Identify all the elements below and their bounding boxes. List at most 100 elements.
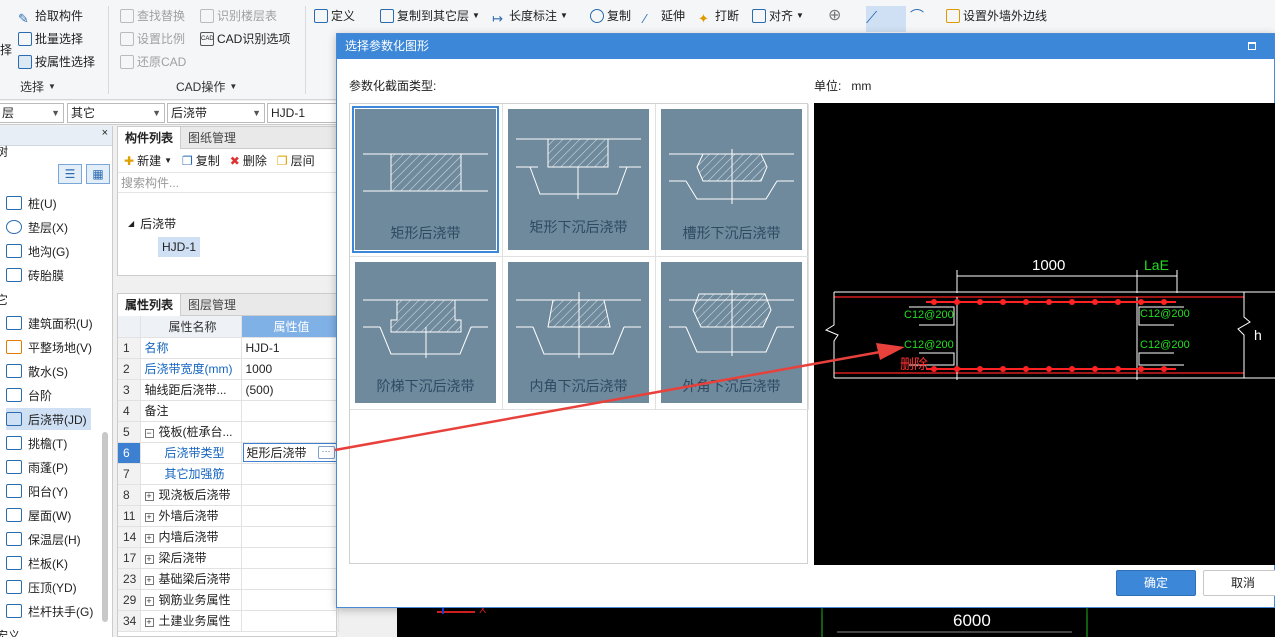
tree-scrollbar[interactable] — [102, 432, 108, 622]
tree-item[interactable]: 栏板(K) — [6, 552, 68, 574]
expand-icon[interactable]: + — [144, 618, 154, 627]
copy-button[interactable]: 复制 — [590, 6, 631, 26]
tab-property-list[interactable]: 属性列表 — [118, 294, 182, 316]
extend-button[interactable]: ⁄ 延伸 — [644, 6, 685, 26]
expand-icon[interactable]: + — [144, 513, 154, 522]
table-row[interactable]: 4 备注 — [118, 400, 339, 422]
tree-item[interactable]: 垫层(X) — [6, 216, 68, 238]
tree-item[interactable]: 桩(U) — [6, 192, 57, 214]
tree-item-post-pour-strip[interactable]: 后浇带(JD) — [6, 408, 91, 430]
list-view-toggle[interactable]: ☰ — [58, 164, 82, 184]
property-value[interactable]: 1000 — [241, 358, 339, 380]
cancel-button[interactable]: 取消 — [1203, 570, 1275, 596]
close-icon[interactable]: × — [102, 127, 108, 139]
expand-icon[interactable]: + — [144, 597, 154, 606]
category-select[interactable]: 后浇带 ▼ — [167, 103, 265, 123]
floor-select[interactable]: 层 ▼ — [0, 103, 64, 123]
property-value[interactable] — [241, 589, 339, 611]
tree-item[interactable]: 散水(S) — [6, 360, 68, 382]
shape-option-trough-sunken[interactable]: 槽形下沉后浇带 — [656, 104, 809, 257]
select-group-label[interactable]: 选择 ▼ — [20, 78, 56, 95]
floor-copy-button[interactable]: ❐ 层间 — [277, 152, 315, 169]
table-row[interactable]: 23 + 基础梁后浇带 — [118, 568, 339, 590]
table-row[interactable]: 14 + 内墙后浇带 — [118, 526, 339, 548]
property-value[interactable] — [241, 568, 339, 590]
property-value[interactable] — [241, 421, 339, 443]
align-button[interactable]: 对齐 ▼ — [752, 6, 804, 26]
select-by-property-button[interactable]: 按属性选择 — [18, 52, 95, 72]
property-value[interactable] — [241, 610, 339, 632]
property-value[interactable]: HJD-1 — [241, 337, 339, 359]
table-row[interactable]: 2 后浇带宽度(mm) 1000 — [118, 358, 339, 380]
table-row[interactable]: 8 + 现浇板后浇带 — [118, 484, 339, 506]
table-row[interactable]: 7 其它加强筋 — [118, 463, 339, 485]
table-row[interactable]: 1 名称 HJD-1 — [118, 337, 339, 359]
property-value[interactable] — [241, 526, 339, 548]
delete-component-button[interactable]: ✖ 删除 — [230, 152, 267, 169]
drawing-canvas[interactable]: X 6000 — [397, 604, 1275, 637]
set-outer-wall-button[interactable]: 设置外墙外边线 — [946, 6, 1047, 26]
tree-item[interactable]: 地沟(G) — [6, 240, 69, 262]
find-replace-button[interactable]: 查找替换 — [120, 6, 185, 26]
tree-item[interactable]: 雨蓬(P) — [6, 456, 68, 478]
batch-select-button[interactable]: 批量选择 — [18, 29, 83, 49]
pick-component-button[interactable]: ✎ 拾取构件 — [18, 6, 83, 26]
collapse-icon[interactable]: − — [144, 429, 154, 438]
tree-item[interactable]: 压顶(YD) — [6, 576, 77, 598]
table-row[interactable]: 5− 筏板(桩承台... — [118, 421, 339, 443]
identify-floor-table-button[interactable]: 识别楼层表 — [200, 6, 277, 26]
new-component-button[interactable]: ✚ 新建 ▼ — [124, 152, 172, 169]
tree-item[interactable]: 保温层(H) — [6, 528, 81, 550]
property-value[interactable]: (500) — [241, 379, 339, 401]
expand-icon[interactable]: + — [144, 576, 154, 585]
component-group[interactable]: ◢ 后浇带 — [128, 215, 176, 232]
expand-icon[interactable]: + — [144, 534, 154, 543]
tree-item[interactable]: 阳台(Y) — [6, 480, 68, 502]
component-item-hjd1[interactable]: HJD-1 — [158, 237, 201, 257]
expand-icon[interactable]: + — [144, 492, 154, 501]
define-button[interactable]: 定义 — [314, 6, 355, 26]
tree-item[interactable]: 台阶 — [6, 384, 52, 406]
property-value[interactable] — [241, 463, 339, 485]
ellipsis-button[interactable]: ··· — [317, 446, 335, 459]
tree-item[interactable]: 栏杆扶手(G) — [6, 600, 93, 622]
select-button-partial[interactable]: 择 — [0, 40, 12, 60]
table-row[interactable]: 3 轴线距后浇带... (500) — [118, 379, 339, 401]
restore-cad-button[interactable]: 还原CAD — [120, 52, 186, 72]
shape-option-outer-corner-sunken[interactable]: 外角下沉后浇带 — [656, 257, 809, 410]
property-value[interactable] — [241, 547, 339, 569]
shape-option-inner-corner-sunken[interactable]: 内角下沉后浇带 — [503, 257, 656, 410]
maximize-icon[interactable] — [1248, 42, 1256, 50]
property-value-cell[interactable]: 矩形后浇带 ··· — [241, 442, 339, 464]
shape-option-rect-sunken[interactable]: 矩形下沉后浇带 — [503, 104, 656, 257]
property-value[interactable] — [241, 484, 339, 506]
confirm-button[interactable]: 确定 — [1116, 570, 1196, 596]
cad-options-button[interactable]: CAD CAD识别选项 — [200, 29, 290, 49]
property-value[interactable] — [241, 400, 339, 422]
expand-icon[interactable]: + — [144, 555, 154, 564]
arc-tool-button[interactable]: ⌒ — [910, 6, 934, 26]
shape-option-step-sunken[interactable]: 阶梯下沉后浇带 — [350, 257, 503, 410]
copy-to-floor-button[interactable]: 复制到其它层 ▼ — [380, 6, 480, 26]
copy-component-button[interactable]: ❐ 复制 — [182, 152, 220, 169]
tree-group-other[interactable]: 它 — [0, 288, 8, 310]
tab-component-list[interactable]: 构件列表 — [118, 127, 182, 149]
set-scale-button[interactable]: 设置比例 — [120, 29, 185, 49]
line-tool-button[interactable]: ⟋ — [866, 6, 906, 32]
table-row-selected[interactable]: 6 后浇带类型 矩形后浇带 ··· — [118, 442, 339, 464]
break-button[interactable]: ✦ 打断 — [698, 6, 739, 26]
tree-group-partial[interactable]: 宏义 — [0, 624, 20, 637]
type-select[interactable]: 其它 ▼ — [67, 103, 165, 123]
table-row[interactable]: 11 + 外墙后浇带 — [118, 505, 339, 527]
shape-option-rect[interactable]: 矩形后浇带 — [350, 104, 503, 257]
component-search-input[interactable]: 搜索构件... — [118, 173, 336, 193]
tree-item[interactable]: 屋面(W) — [6, 504, 71, 526]
tab-layer-management[interactable]: 图层管理 — [181, 294, 243, 316]
tree-item[interactable]: 平整场地(V) — [6, 336, 92, 358]
tree-item[interactable]: 建筑面积(U) — [6, 312, 93, 334]
post-pour-type-field[interactable]: 矩形后浇带 ··· — [242, 443, 337, 462]
tab-drawing-management[interactable]: 图纸管理 — [181, 127, 243, 149]
property-value[interactable] — [241, 505, 339, 527]
point-tool-button[interactable]: ⊕ — [828, 6, 858, 26]
cad-group-label[interactable]: CAD操作 ▼ — [176, 78, 237, 95]
